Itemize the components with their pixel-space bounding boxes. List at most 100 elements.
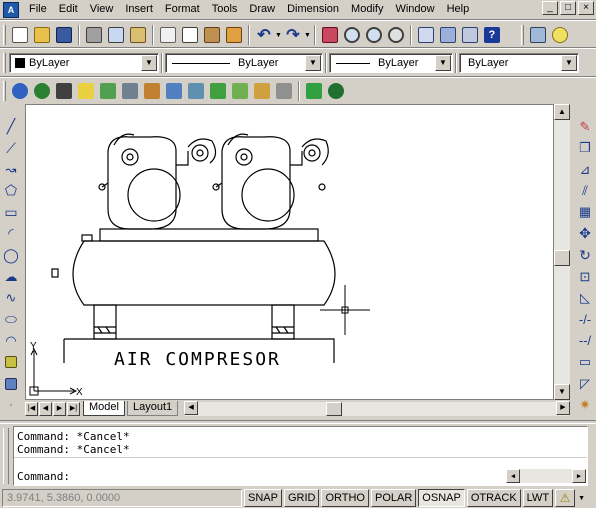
help-button[interactable]: ? xyxy=(481,24,503,46)
pan-button[interactable] xyxy=(319,24,341,46)
menu-edit[interactable]: Edit xyxy=(53,0,84,19)
render-info-button[interactable] xyxy=(325,80,347,102)
layer-state-button[interactable] xyxy=(549,24,571,46)
toolbar-grip[interactable] xyxy=(3,53,6,73)
array-tool[interactable]: ▦ xyxy=(574,202,596,223)
chevron-down-icon[interactable]: ▼ xyxy=(435,55,451,71)
preview-button[interactable] xyxy=(105,24,127,46)
menu-modify[interactable]: Modify xyxy=(345,0,389,19)
scroll-left-icon[interactable]: ◀ xyxy=(184,400,199,415)
revision-cloud-tool[interactable]: ☁ xyxy=(0,266,22,287)
open-button[interactable] xyxy=(31,24,53,46)
chevron-down-icon[interactable]: ▼ xyxy=(141,55,157,71)
linetype-control-combo[interactable]: ByLayer ▼ xyxy=(165,53,323,73)
save-button[interactable] xyxy=(53,24,75,46)
vertical-scroll-thumb[interactable] xyxy=(554,250,570,266)
render-preferences-button[interactable] xyxy=(273,80,295,102)
trim-tool[interactable]: -/- xyxy=(574,309,596,330)
hide-button[interactable] xyxy=(9,80,31,102)
layer-manager-button[interactable] xyxy=(527,24,549,46)
tool-palettes-button[interactable] xyxy=(459,24,481,46)
construction-line-tool[interactable]: ⟋ xyxy=(0,137,22,158)
chevron-down-icon[interactable]: ▼ xyxy=(305,55,321,71)
vertical-scrollbar[interactable]: ▲ ▼ xyxy=(554,104,570,400)
scroll-right-icon[interactable]: ▶ xyxy=(572,469,586,483)
redo-dropdown-icon[interactable]: ▼ xyxy=(304,32,311,39)
scroll-down-icon[interactable]: ▼ xyxy=(554,384,570,400)
undo-button[interactable]: ↶ xyxy=(253,24,275,46)
command-hscrollbar[interactable]: ◀ ▶ xyxy=(506,469,586,483)
move-tool[interactable]: ✥ xyxy=(574,223,596,244)
command-prompt[interactable]: Command: xyxy=(17,470,70,483)
scroll-left-icon[interactable]: ◀ xyxy=(506,469,520,483)
menu-format[interactable]: Format xyxy=(159,0,206,19)
line-tool[interactable]: ╱ xyxy=(0,116,22,137)
zoom-window-button[interactable] xyxy=(363,24,385,46)
chevron-down-icon[interactable]: ▼ xyxy=(561,55,577,71)
toolbar-grip[interactable] xyxy=(3,81,6,101)
fog-button[interactable] xyxy=(185,80,207,102)
status-menu-icon[interactable]: ▼ xyxy=(578,495,585,502)
undo-dropdown-icon[interactable]: ▼ xyxy=(275,32,282,39)
background-button[interactable] xyxy=(163,80,185,102)
circle-tool[interactable]: ◯ xyxy=(0,245,22,266)
close-button[interactable]: × xyxy=(578,1,594,15)
materials-library-button[interactable] xyxy=(119,80,141,102)
match-properties-button[interactable] xyxy=(223,24,245,46)
menu-file[interactable]: File xyxy=(23,0,53,19)
plotstyle-control-combo[interactable]: ByLayer ▼ xyxy=(459,53,579,73)
mapping-button[interactable] xyxy=(141,80,163,102)
break-tool[interactable]: ▭ xyxy=(574,352,596,373)
landscape-new-button[interactable] xyxy=(207,80,229,102)
landscape-edit-button[interactable] xyxy=(229,80,251,102)
stretch-tool[interactable]: ◺ xyxy=(574,287,596,308)
tab-next-button[interactable]: ▶ xyxy=(53,401,66,416)
design-center-button[interactable] xyxy=(437,24,459,46)
paste-button[interactable] xyxy=(201,24,223,46)
autocad-app-icon[interactable]: A xyxy=(3,1,19,18)
chamfer-tool[interactable]: ◸ xyxy=(574,373,596,394)
print-button[interactable] xyxy=(83,24,105,46)
make-block-tool[interactable] xyxy=(0,373,22,394)
minimize-button[interactable]: _ xyxy=(542,1,558,15)
ortho-toggle[interactable]: ORTHO xyxy=(321,489,369,507)
tab-prev-button[interactable]: ◀ xyxy=(39,401,52,416)
copy-button[interactable] xyxy=(179,24,201,46)
menu-draw[interactable]: Draw xyxy=(243,0,281,19)
horizontal-scroll-thumb[interactable] xyxy=(326,401,343,416)
tab-model[interactable]: Model xyxy=(83,401,125,416)
snap-toggle[interactable]: SNAP xyxy=(244,489,282,507)
properties-button[interactable] xyxy=(415,24,437,46)
materials-button[interactable] xyxy=(97,80,119,102)
command-window[interactable]: Command: *Cancel* Command: *Cancel* Comm… xyxy=(13,426,588,486)
rotate-tool[interactable]: ↻ xyxy=(574,245,596,266)
color-control-combo[interactable]: ByLayer ▼ xyxy=(9,53,159,73)
extend-tool[interactable]: --/ xyxy=(574,330,596,351)
landscape-library-button[interactable] xyxy=(251,80,273,102)
insert-block-tool[interactable] xyxy=(0,352,22,373)
offset-tool[interactable]: ⫽ xyxy=(574,180,596,201)
zoom-previous-button[interactable] xyxy=(385,24,407,46)
rectangle-tool[interactable]: ▭ xyxy=(0,202,22,223)
explode-tool[interactable]: ✷ xyxy=(574,394,596,415)
scroll-up-icon[interactable]: ▲ xyxy=(554,104,570,120)
render-button[interactable] xyxy=(31,80,53,102)
polyline-tool[interactable]: ↝ xyxy=(0,159,22,180)
tab-last-button[interactable]: ▶| xyxy=(67,401,80,416)
lineweight-control-combo[interactable]: ByLayer ▼ xyxy=(329,53,453,73)
coordinate-display[interactable]: 3.9741, 5.3860, 0.0000 xyxy=(2,489,242,507)
otrack-toggle[interactable]: OTRACK xyxy=(466,489,521,507)
grid-toggle[interactable]: GRID xyxy=(283,489,320,507)
scale-tool[interactable]: ⊡ xyxy=(574,266,596,287)
horizontal-scrollbar[interactable]: ◀ ▶ xyxy=(184,400,570,416)
toolbar-grip[interactable] xyxy=(3,25,6,45)
drawing-canvas[interactable]: Y X AIR COMPRESOR xyxy=(25,104,554,400)
menu-window[interactable]: Window xyxy=(389,0,440,19)
command-window-grip[interactable] xyxy=(3,428,9,484)
menu-help[interactable]: Help xyxy=(441,0,476,19)
point-tool[interactable]: · xyxy=(0,394,22,415)
tab-layout1[interactable]: Layout1 xyxy=(126,401,179,416)
menu-insert[interactable]: Insert xyxy=(119,0,159,19)
polygon-tool[interactable]: ⬠ xyxy=(0,180,22,201)
new-button[interactable] xyxy=(9,24,31,46)
